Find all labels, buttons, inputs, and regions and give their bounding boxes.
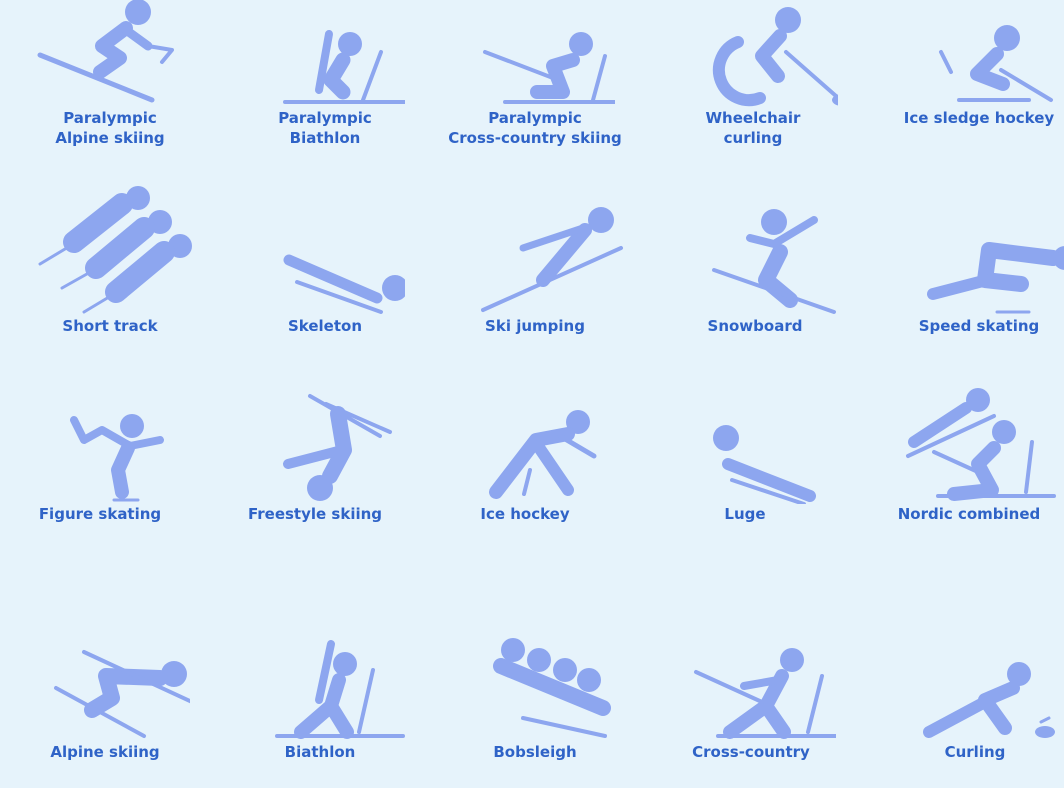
- pictogram-short-track: Short track: [5, 180, 215, 336]
- short-track-icon: [38, 186, 192, 314]
- label-line-2: Biathlon: [289, 129, 361, 147]
- label-line-1: Luge: [724, 505, 766, 523]
- label-line-1: Paralympic: [63, 109, 157, 127]
- pictogram-paralympic-alpine-skiing: Paralympic Alpine skiing: [5, 0, 215, 148]
- figure-skating-icon: [70, 414, 164, 502]
- speed-skating-icon: [927, 242, 1064, 314]
- paralympic-biathlon-icon: [283, 30, 405, 104]
- pictogram-bobsleigh: Bobsleigh: [430, 636, 640, 762]
- snowboard-icon: [712, 209, 836, 314]
- curling-icon: [923, 662, 1055, 738]
- label-line-1: Bobsleigh: [493, 743, 577, 761]
- paralympic-cross-country-icon: [483, 32, 615, 104]
- label-line-1: Snowboard: [707, 317, 803, 335]
- biathlon-icon: [275, 640, 405, 739]
- pictogram-skeleton: Skeleton: [220, 220, 430, 336]
- luge-icon: [713, 425, 816, 504]
- freestyle-skiing-icon: [283, 394, 392, 501]
- label-line-1: Skeleton: [287, 317, 363, 335]
- pictogram-cross-country: Cross-country: [646, 636, 856, 762]
- pictogram-speed-skating: Speed skating: [874, 220, 1064, 336]
- pictogram-freestyle-skiing: Freestyle skiing: [210, 390, 420, 524]
- ice-sledge-hockey-icon: [939, 25, 1053, 102]
- label-line-1: Ice sledge hockey: [903, 109, 1055, 127]
- label-line-2: curling: [723, 129, 783, 147]
- label-line-1: Biathlon: [284, 743, 356, 761]
- label-line-1: Speed skating: [918, 317, 1040, 335]
- pictogram-figure-skating: Figure skating: [0, 400, 205, 524]
- ice-hockey-icon: [489, 410, 597, 499]
- pictogram-snowboard: Snowboard: [650, 200, 860, 336]
- cross-country-icon: [694, 648, 836, 739]
- pictogram-ice-sledge-hockey: Ice sledge hockey: [874, 0, 1064, 128]
- pictogram-ski-jumping: Ski jumping: [430, 200, 640, 336]
- label-line-1: Paralympic: [278, 109, 372, 127]
- pictogram-curling: Curling: [870, 656, 1064, 762]
- label-line-1: Freestyle skiing: [247, 505, 383, 523]
- ski-jumping-icon: [481, 207, 623, 312]
- label-line-1: Paralympic: [488, 109, 582, 127]
- label-line-2: Cross-country skiing: [448, 129, 622, 147]
- label-line-1: Short track: [62, 317, 158, 335]
- pictogram-biathlon: Biathlon: [215, 636, 425, 762]
- nordic-combined-icon: [906, 388, 1056, 501]
- label-line-1: Curling: [944, 743, 1006, 761]
- pictogram-paralympic-biathlon: Paralympic Biathlon: [220, 0, 430, 148]
- paralympic-alpine-skiing-icon: [37, 0, 174, 103]
- label-line-2: Alpine skiing: [55, 129, 165, 147]
- pictogram-ice-hockey: Ice hockey: [420, 400, 630, 524]
- pictogram-alpine-skiing: Alpine skiing: [0, 646, 210, 762]
- label-line-1: Wheelchair: [705, 109, 801, 127]
- wheelchair-curling-icon: [712, 7, 838, 106]
- bobsleigh-icon: [493, 638, 611, 738]
- label-line-1: Ice hockey: [480, 505, 570, 523]
- pictogram-luge: Luge: [640, 420, 850, 524]
- skeleton-icon: [283, 254, 405, 314]
- pictogram-wheelchair-curling: Wheelchair curling: [648, 0, 858, 148]
- pictogram-paralympic-cross-country: Paralympic Cross-country skiing: [430, 0, 640, 148]
- pictogram-nordic-combined: Nordic combined: [864, 386, 1064, 524]
- label-line-1: Nordic combined: [897, 505, 1041, 523]
- label-line-1: Ski jumping: [485, 317, 585, 335]
- label-line-1: Alpine skiing: [50, 743, 160, 761]
- label-line-1: Cross-country: [692, 743, 810, 761]
- alpine-skiing-icon: [54, 650, 190, 738]
- label-line-1: Figure skating: [38, 505, 162, 523]
